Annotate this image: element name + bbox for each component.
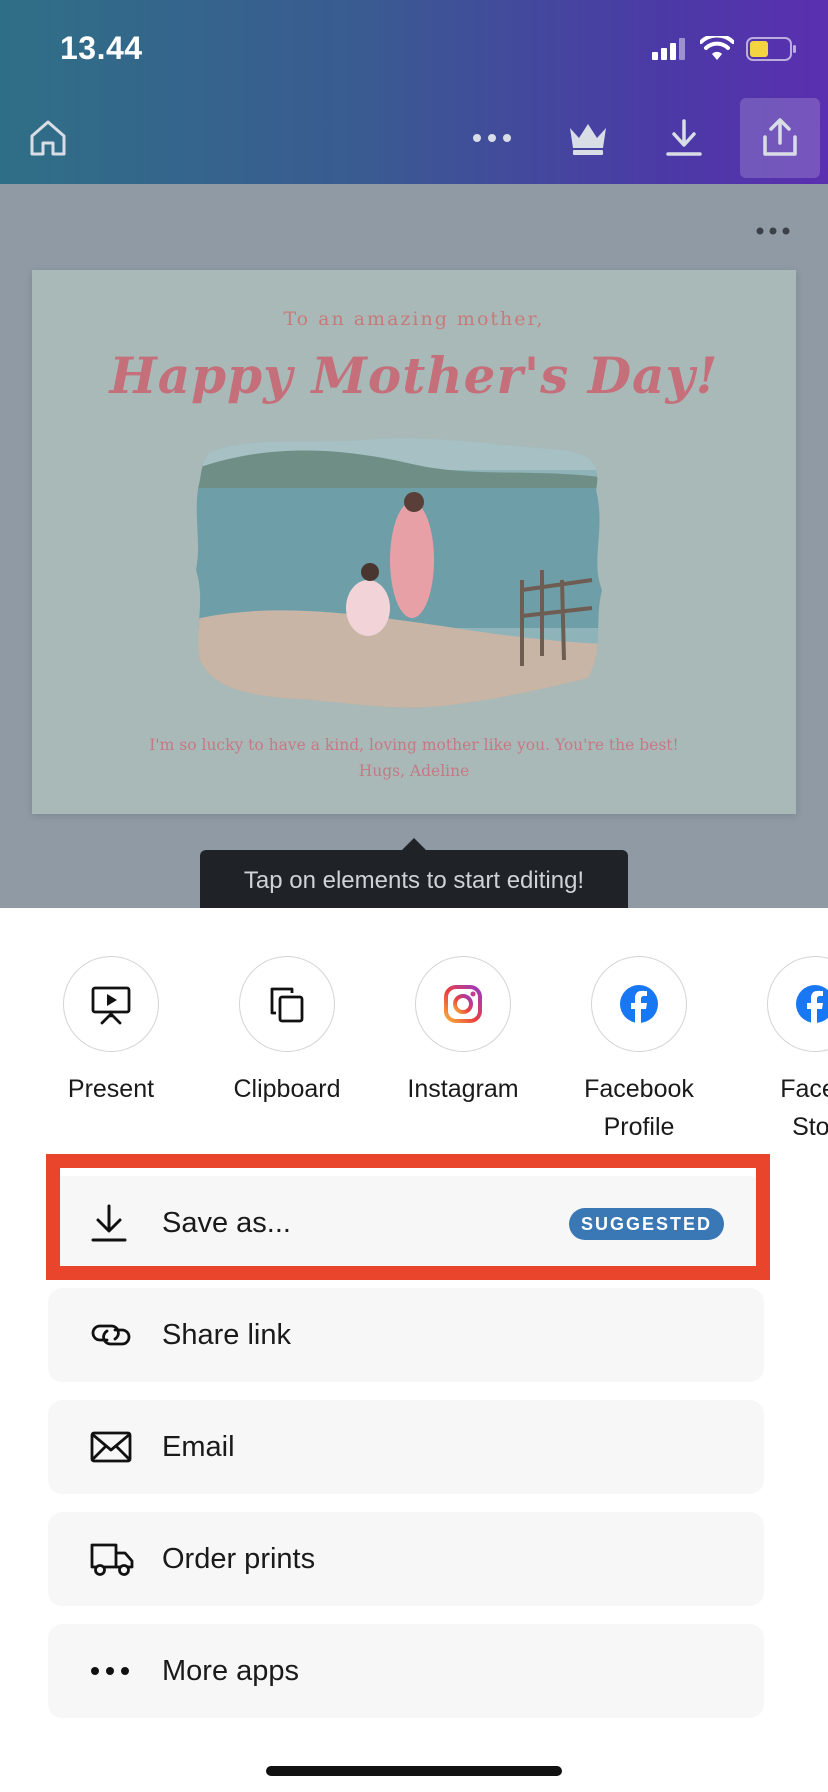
status-icons (652, 34, 798, 64)
share-target-icon-circle (239, 956, 335, 1052)
email-option[interactable]: Email (48, 1400, 764, 1494)
truck-icon (90, 1541, 150, 1577)
save-as-option[interactable]: Save as... SUGGESTED (48, 1176, 764, 1270)
share-target-icon-circle (415, 956, 511, 1052)
download-button[interactable] (644, 98, 724, 178)
top-app-bar: 13.44 (0, 0, 828, 184)
design-editor-canvas: To an amazing mother, Happy Mother's Day… (0, 184, 828, 916)
clipboard-icon (270, 987, 304, 1023)
share-link-option[interactable]: Share link (48, 1288, 764, 1382)
share-target-clipboard[interactable]: Clipboard (199, 956, 375, 1108)
share-target-label: Clipboard (233, 1075, 341, 1103)
share-button[interactable] (740, 98, 820, 178)
card-subtitle[interactable]: To an amazing mother, (32, 308, 796, 330)
share-target-present[interactable]: Present (23, 956, 199, 1108)
home-button[interactable] (8, 98, 88, 178)
signal-icon (652, 38, 685, 60)
card-signature: Hugs, Adeline (358, 762, 470, 780)
battery-icon (746, 37, 796, 61)
share-target-facebook-story[interactable]: Faceb Stor (727, 956, 828, 1146)
share-target-icon-circle (767, 956, 828, 1052)
wifi-icon (700, 36, 734, 60)
download-icon (666, 119, 702, 156)
order-prints-label: Order prints (162, 1542, 316, 1575)
email-icon (90, 1431, 150, 1463)
more-horizontal-icon (473, 134, 511, 142)
share-target-label: Present (67, 1075, 155, 1103)
share-icon (763, 118, 797, 156)
share-target-instagram[interactable]: Instagram (375, 956, 551, 1108)
facebook-icon (620, 985, 658, 1023)
status-time: 13.44 (60, 30, 143, 66)
card-photo[interactable] (192, 430, 608, 712)
editing-tooltip: Tap on elements to start editing! (200, 850, 628, 916)
card-title[interactable]: Happy Mother's Day! (32, 346, 796, 405)
share-link-label: Share link (162, 1318, 291, 1351)
share-target-icon-circle (63, 956, 159, 1052)
suggested-badge: SUGGESTED (568, 1208, 724, 1240)
share-target-label: Facebook Profile (584, 1075, 694, 1141)
more-apps-option[interactable]: More apps (48, 1624, 764, 1718)
share-target-icon-circle (591, 956, 687, 1052)
home-indicator (266, 1766, 562, 1776)
share-target-label: Instagram (407, 1075, 519, 1103)
facebook-icon (796, 985, 828, 1023)
card-message[interactable]: I'm so lucky to have a kind, loving moth… (32, 732, 796, 784)
present-icon (91, 986, 131, 1025)
more-horizontal-icon (90, 1666, 150, 1676)
instagram-icon (444, 985, 482, 1023)
more-apps-label: More apps (162, 1654, 300, 1687)
premium-button[interactable] (548, 98, 628, 178)
design-card[interactable]: To an amazing mother, Happy Mother's Day… (32, 270, 796, 814)
save-as-label: Save as... (162, 1206, 291, 1239)
page-more-button[interactable] (756, 222, 790, 240)
share-target-facebook-profile[interactable]: Facebook Profile (551, 956, 727, 1146)
share-targets-row: Present Clipboard Instagram Facebook Pro… (0, 956, 828, 1156)
order-prints-option[interactable]: Order prints (48, 1512, 764, 1606)
email-label: Email (162, 1430, 235, 1463)
share-target-label: Faceb Stor (780, 1075, 828, 1141)
card-message-line: I'm so lucky to have a kind, loving moth… (149, 736, 679, 754)
more-horizontal-icon (756, 227, 790, 235)
more-options-button[interactable] (452, 98, 532, 178)
crown-icon (570, 124, 606, 155)
tooltip-arrow (402, 838, 426, 850)
download-icon (90, 1203, 150, 1243)
home-icon (30, 120, 66, 156)
link-icon (90, 1320, 150, 1350)
